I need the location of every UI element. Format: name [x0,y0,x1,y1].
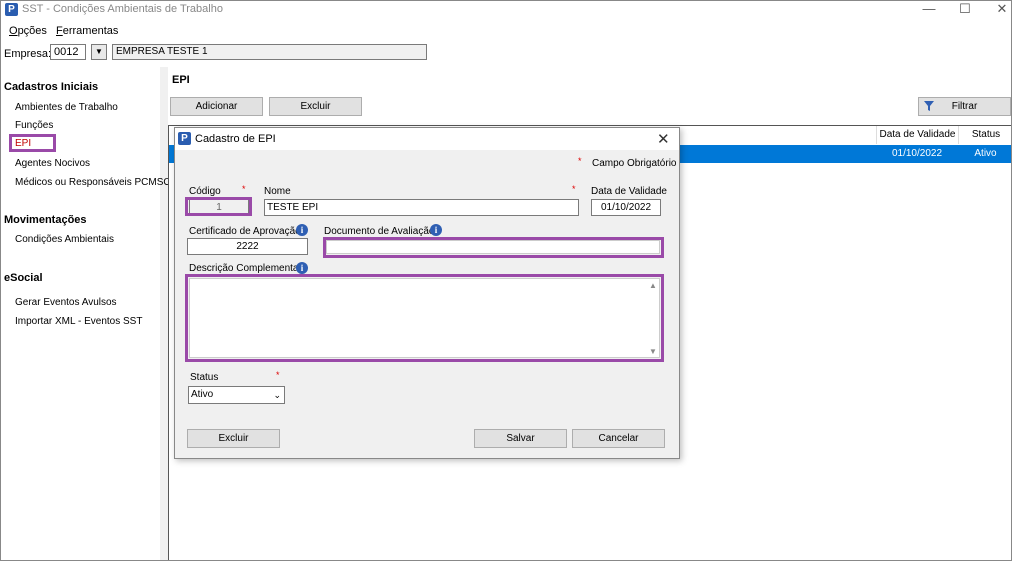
chevron-down-icon: ▼ [95,47,103,56]
data-validade-label: Data de Validade [591,186,667,197]
required-star: * [242,184,246,194]
empresa-dropdown-button[interactable]: ▼ [91,44,107,60]
documento-label: Documento de Avaliação [324,226,435,237]
menu-opcoes-label: pções [17,25,47,37]
nome-input[interactable]: TESTE EPI [264,199,579,216]
sidebar-section-movimentacoes: Movimentações [4,214,87,226]
sidebar-item-condicoes[interactable]: Condições Ambientais [15,234,114,245]
status-label: Status [190,372,219,383]
empresa-name-field: EMPRESA TESTE 1 [112,44,427,60]
codigo-label: Código [189,186,221,197]
window-title: SST - Condições Ambientais de Trabalho [22,3,223,15]
sidebar-item-importar-xml[interactable]: Importar XML - Eventos SST [15,316,142,327]
save-button[interactable]: Salvar [474,429,567,448]
info-icon[interactable]: i [296,224,308,236]
required-star: * [572,184,576,194]
cancel-button[interactable]: Cancelar [572,429,665,448]
sidebar-item-medicos[interactable]: Médicos ou Responsáveis PCMSO [15,177,171,188]
close-window-button[interactable]: ✕ [986,1,1011,19]
certificado-input[interactable]: 2222 [187,238,308,255]
minimize-button[interactable]: — [913,1,945,19]
close-icon[interactable]: ✕ [657,130,670,148]
sidebar-item-agentes[interactable]: Agentes Nocivos [15,158,90,169]
sidebar-item-ambientes[interactable]: Ambientes de Trabalho [15,102,118,113]
sidebar-section-esocial: eSocial [4,272,43,284]
info-icon[interactable]: i [296,262,308,274]
codigo-highlight-box [185,197,252,216]
epi-highlight-box [9,134,56,152]
status-select[interactable]: Ativo ⌄ [188,386,285,404]
descricao-label: Descrição Complementar [189,263,302,274]
dialog-title-bar: P Cadastro de EPI ✕ [175,128,679,150]
menu-ferramentas-label: erramentas [62,25,119,37]
empresa-code-input[interactable]: 0012 [50,44,86,60]
maximize-button[interactable]: ☐ [949,1,981,19]
nome-label: Nome [264,186,291,197]
add-button[interactable]: Adicionar [170,97,263,116]
required-star: * [578,156,582,166]
table-cell-data-validade[interactable]: 01/10/2022 [876,145,958,163]
sidebar-section-cadastros: Cadastros Iniciais [4,81,99,93]
required-legend: Campo Obrigatório [592,158,677,169]
required-star: * [276,370,280,380]
sidebar-item-funcoes[interactable]: Funções [15,120,53,131]
sidebar-splitter[interactable] [160,67,168,560]
column-header-status[interactable]: Status [958,126,1011,144]
dialog-delete-button[interactable]: Excluir [187,429,280,448]
info-icon[interactable]: i [430,224,442,236]
menu-opcoes[interactable]: Opções [9,25,47,37]
column-header-data-validade[interactable]: Data de Validade [876,126,958,144]
certificado-label: Certificado de Aprovação [189,226,301,237]
menu-ferramentas[interactable]: Ferramentas [56,25,118,37]
delete-button[interactable]: Excluir [269,97,362,116]
dialog-title: Cadastro de EPI [195,133,276,145]
chevron-down-icon: ⌄ [273,390,281,400]
descricao-highlight-box [185,274,664,362]
menu-ferramentas-mnemonic: F [56,25,63,37]
status-select-value: Ativo [191,389,214,400]
menu-bar: Opções Ferramentas [1,22,1011,40]
app-logo-icon: P [178,132,191,145]
page-title: EPI [172,74,190,86]
documento-highlight-box [323,237,664,258]
menu-opcoes-mnemonic: O [9,25,18,37]
empresa-label: Empresa: [4,48,52,60]
app-logo-icon: P [5,3,18,16]
sidebar-item-gerar-eventos[interactable]: Gerar Eventos Avulsos [15,297,117,308]
title-bar: P SST - Condições Ambientais de Trabalho… [1,1,1011,19]
data-validade-input[interactable]: 01/10/2022 [591,199,661,216]
filter-icon [924,101,934,111]
table-cell-status[interactable]: Ativo [958,145,1011,163]
